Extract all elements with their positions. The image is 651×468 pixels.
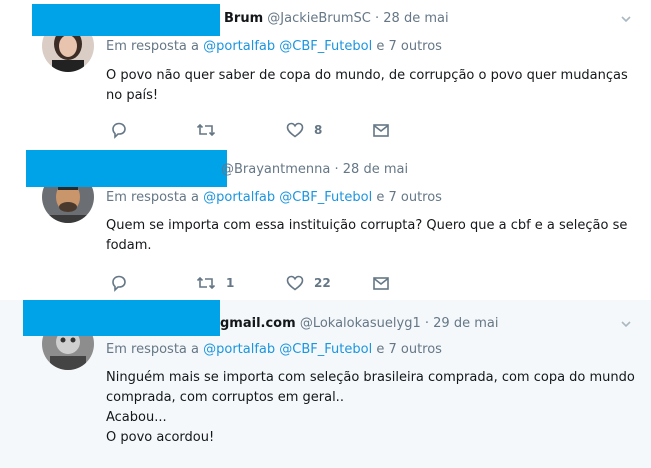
retweet-count: 1 xyxy=(226,276,235,290)
tweet-date[interactable]: 28 de mai xyxy=(343,162,408,177)
reply-others[interactable]: e 7 outros xyxy=(376,190,442,205)
tweet-actions: 1 22 xyxy=(106,274,406,294)
user-handle[interactable]: @Lokalokasuelyg1 xyxy=(300,316,421,331)
tweet[interactable]: Brum @JackieBrumSC · 28 de mai Em respos… xyxy=(0,0,651,150)
redacted-name xyxy=(23,300,220,336)
retweet-button[interactable]: 1 xyxy=(196,274,234,292)
reply-others[interactable]: e 7 outros xyxy=(376,39,442,54)
retweet-icon xyxy=(196,123,216,137)
tweet[interactable]: @Brayantmenna · 28 de mai Em resposta a … xyxy=(0,150,651,300)
tweet-text: O povo não quer saber de copa do mundo, … xyxy=(106,66,646,106)
message-button[interactable] xyxy=(372,121,390,139)
like-count: 22 xyxy=(314,276,331,290)
like-icon xyxy=(286,122,304,138)
like-button[interactable]: 22 xyxy=(286,274,331,292)
tweet-text-line: O povo não quer saber de copa do mundo, … xyxy=(106,68,628,103)
reply-user-link[interactable]: @CBF_Futebol xyxy=(279,190,372,205)
display-name[interactable]: gmail.com xyxy=(220,316,296,331)
reply-user-link[interactable]: @portalfab xyxy=(203,39,275,54)
tweet[interactable]: gmail.com @Lokalokasuelyg1 · 29 de mai E… xyxy=(0,300,651,468)
message-icon xyxy=(373,124,389,137)
separator-dot: · xyxy=(334,162,339,177)
tweet-date[interactable]: 29 de mai xyxy=(433,316,498,331)
tweet-text-line: Acabou... xyxy=(106,410,167,425)
reply-others[interactable]: e 7 outros xyxy=(376,342,442,357)
caret-down-icon[interactable] xyxy=(621,319,631,329)
tweet-date[interactable]: 28 de mai xyxy=(383,11,448,26)
reply-icon xyxy=(112,275,126,292)
separator-dot: · xyxy=(424,316,429,331)
user-handle[interactable]: @Brayantmenna xyxy=(221,162,330,177)
reply-user-link[interactable]: @CBF_Futebol xyxy=(279,342,372,357)
tweet-text-line: Quem se importa com essa instituição cor… xyxy=(106,218,628,253)
message-button[interactable] xyxy=(372,274,390,292)
tweet-header: gmail.com @Lokalokasuelyg1 · 29 de mai xyxy=(220,316,498,331)
reply-context: Em resposta a @portalfab @CBF_Futebol e … xyxy=(106,190,442,205)
separator-dot: · xyxy=(375,11,380,26)
reply-prefix: Em resposta a xyxy=(106,39,199,54)
reply-button[interactable] xyxy=(110,274,128,292)
like-icon xyxy=(286,275,304,291)
reply-context: Em resposta a @portalfab @CBF_Futebol e … xyxy=(106,342,442,357)
like-count: 8 xyxy=(314,123,323,137)
tweet-header: Brum @JackieBrumSC · 28 de mai xyxy=(224,11,449,26)
tweet-text: Quem se importa com essa instituição cor… xyxy=(106,216,646,256)
tweet-text-line: Ninguém mais se importa com seleção bras… xyxy=(106,370,635,405)
reply-context: Em resposta a @portalfab @CBF_Futebol e … xyxy=(106,39,442,54)
reply-user-link[interactable]: @portalfab xyxy=(203,190,275,205)
retweet-icon xyxy=(196,276,216,290)
retweet-button[interactable] xyxy=(196,121,226,139)
message-icon xyxy=(373,277,389,290)
reply-button[interactable] xyxy=(110,121,128,139)
tweet-header: @Brayantmenna · 28 de mai xyxy=(221,162,408,177)
display-name[interactable]: Brum xyxy=(224,11,263,26)
reply-prefix: Em resposta a xyxy=(106,342,199,357)
reply-user-link[interactable]: @CBF_Futebol xyxy=(279,39,372,54)
tweet-text-line: O povo acordou! xyxy=(106,430,215,445)
tweet-text: Ninguém mais se importa com seleção bras… xyxy=(106,368,646,448)
like-button[interactable]: 8 xyxy=(286,121,322,139)
tweet-actions: 8 xyxy=(106,121,406,141)
caret-down-icon[interactable] xyxy=(621,14,631,24)
reply-icon xyxy=(112,122,126,139)
user-handle[interactable]: @JackieBrumSC xyxy=(267,11,371,26)
redacted-name xyxy=(32,4,220,36)
redacted-name xyxy=(26,150,227,187)
reply-user-link[interactable]: @portalfab xyxy=(203,342,275,357)
reply-prefix: Em resposta a xyxy=(106,190,199,205)
